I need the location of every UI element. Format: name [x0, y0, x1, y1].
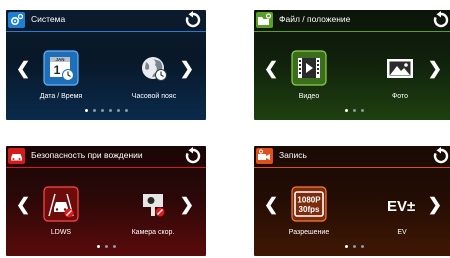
page-indicator — [254, 245, 450, 249]
option-time-zone[interactable] — [136, 50, 172, 86]
page-indicator — [254, 109, 450, 113]
page-dot — [84, 109, 88, 113]
page-dot — [96, 245, 100, 249]
page-indicator — [6, 245, 206, 249]
film-icon — [291, 50, 327, 86]
back-icon[interactable] — [432, 11, 450, 29]
panel-title: Безопасность при вождении — [31, 150, 143, 160]
panel-title: Запись — [279, 150, 307, 160]
resolution-text: 1080P — [297, 196, 321, 205]
option-label: Разрешение — [288, 229, 330, 236]
back-icon[interactable] — [184, 11, 202, 29]
next-arrow-button[interactable]: ❯ — [428, 196, 442, 213]
speed-camera-icon — [143, 194, 165, 217]
option-ldws[interactable] — [43, 186, 79, 222]
settings-panel-driving-safety: Безопасность при вождении ❮ ❯ LDWS Камер… — [6, 146, 206, 256]
page-dot — [108, 109, 112, 113]
folder-gear-icon — [256, 12, 273, 28]
option-label: Дата / Время — [39, 93, 83, 100]
panel-header: Безопасность при вождении — [6, 146, 206, 166]
next-arrow-button[interactable]: ❯ — [428, 60, 442, 77]
framerate-text: 30fps — [299, 205, 320, 214]
page-dot — [344, 245, 348, 249]
prev-arrow-button[interactable]: ❮ — [264, 196, 278, 213]
ldws-car-icon — [43, 186, 79, 222]
resolution-icon: 1080P 30fps — [291, 186, 327, 222]
panel-title: Файл / положение — [279, 14, 351, 24]
option-label: Камера скор. — [131, 229, 175, 236]
option-date-time[interactable]: JAN 1 — [43, 50, 79, 86]
page-dot — [116, 109, 120, 113]
panel-header: Запись — [254, 146, 450, 166]
option-label: LDWS — [50, 229, 72, 236]
option-label: Видео — [298, 93, 320, 100]
panel-header: Система — [6, 10, 206, 30]
page-dot — [344, 109, 348, 113]
page-dot — [360, 109, 364, 113]
page-dot — [352, 245, 356, 249]
page-dot — [124, 109, 128, 113]
prev-arrow-button[interactable]: ❮ — [16, 196, 30, 213]
page-dot — [100, 109, 104, 113]
page-dot — [104, 245, 108, 249]
option-video[interactable] — [291, 50, 327, 86]
prev-arrow-button[interactable]: ❮ — [16, 60, 30, 77]
gear-icon — [8, 12, 25, 28]
header-divider — [254, 167, 450, 168]
calendar-clock-icon: JAN 1 — [43, 50, 79, 86]
option-label: Часовой пояс — [131, 93, 177, 100]
back-icon[interactable] — [184, 147, 202, 165]
option-speed-camera[interactable] — [135, 186, 171, 222]
option-resolution[interactable]: 1080P 30fps — [291, 186, 327, 222]
ev-icon[interactable]: EV± — [387, 198, 415, 215]
svg-text:1: 1 — [54, 63, 61, 77]
car-icon — [8, 148, 25, 164]
option-label: Фото — [391, 93, 409, 100]
svg-text:JAN: JAN — [55, 57, 64, 62]
settings-panel-system: Система ❮ JAN 1 ❯ Дата / Время Часовой п… — [6, 10, 206, 120]
prev-arrow-button[interactable]: ❮ — [264, 60, 278, 77]
next-arrow-button[interactable]: ❯ — [180, 60, 194, 77]
photo-icon — [387, 59, 413, 78]
next-arrow-button[interactable]: ❯ — [180, 196, 194, 213]
header-divider — [254, 31, 450, 32]
page-dot — [360, 245, 364, 249]
panel-header: Файл / положение — [254, 10, 450, 30]
page-indicator — [6, 109, 206, 113]
header-divider — [6, 31, 206, 32]
header-divider — [6, 167, 206, 168]
panel-title: Система — [31, 14, 66, 24]
camcorder-gear-icon — [256, 148, 273, 164]
page-dot — [92, 109, 96, 113]
globe-clock-icon — [142, 57, 167, 81]
option-label: EV — [397, 229, 407, 236]
option-photo[interactable] — [382, 50, 418, 86]
settings-panel-file: Файл / положение ❮ ❯ Видео Фото — [254, 10, 450, 120]
page-dot — [352, 109, 356, 113]
back-icon[interactable] — [432, 147, 450, 165]
page-dot — [112, 245, 116, 249]
settings-panel-record: Запись ❮ 1080P 30fps EV± ❯ Разрешение EV — [254, 146, 450, 256]
